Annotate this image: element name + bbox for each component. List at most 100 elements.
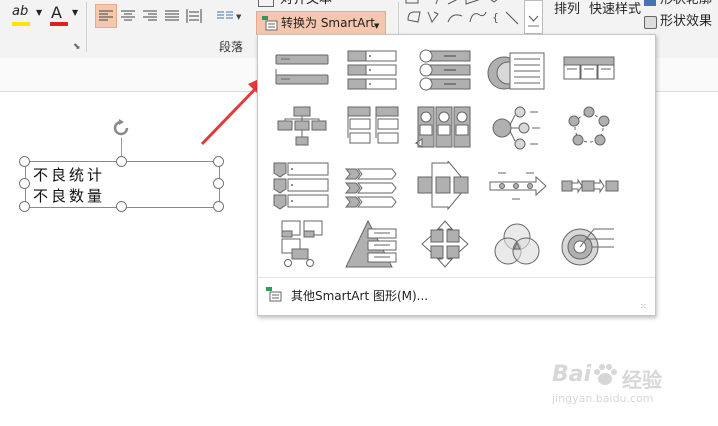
shape-effects-icon xyxy=(644,16,657,29)
resize-handle-top-right[interactable] xyxy=(213,156,224,167)
smartart-pyramid-list[interactable] xyxy=(340,219,406,269)
smartart-table-list[interactable] xyxy=(556,45,622,95)
org-chart-icon xyxy=(277,106,327,146)
highlight-icon: ab xyxy=(12,4,29,19)
font-color-bar xyxy=(50,22,68,26)
resize-handle-bottom[interactable] xyxy=(116,201,127,212)
radial-list-icon xyxy=(492,106,540,150)
distributed-button[interactable] xyxy=(184,5,204,27)
nested-list-icon xyxy=(487,52,545,90)
shape-outline-icon xyxy=(644,0,656,6)
smartart-timeline[interactable] xyxy=(484,161,550,211)
arrange-button[interactable]: 排列 xyxy=(554,2,582,18)
smartart-target[interactable] xyxy=(556,219,622,269)
shape-outline-button[interactable]: 形状轮廓 xyxy=(644,0,718,8)
smartart-step-process[interactable] xyxy=(556,161,622,211)
hierarchy-list-icon xyxy=(347,106,399,144)
shapes-gallery[interactable]: { xyxy=(404,0,522,34)
smartart-chevron-accent-list[interactable] xyxy=(340,161,406,211)
cycle-icon xyxy=(568,106,610,146)
venn-icon xyxy=(494,223,540,265)
smartart-radial-list[interactable] xyxy=(484,103,550,153)
resize-handle-top-left[interactable] xyxy=(19,156,30,167)
quick-styles-button[interactable]: 快速样式 xyxy=(589,2,641,18)
basic-block-list-icon xyxy=(275,54,329,85)
distributed-icon xyxy=(186,9,202,23)
watermark-url: jingyan.baidu.com xyxy=(552,392,654,405)
more-smartart-menu-item[interactable]: 其他SmartArt 图形(M)... ⁙ xyxy=(258,277,655,315)
vertical-chevron-icon xyxy=(273,162,329,210)
svg-text:▼: ▼ xyxy=(236,13,242,21)
process-arrows-icon xyxy=(417,159,469,211)
smartart-org-chart[interactable] xyxy=(268,103,334,153)
shape-effects-button[interactable]: 形状效果 xyxy=(644,14,718,30)
shape-effects-label: 形状效果 xyxy=(660,14,713,29)
resize-handle-bottom-right[interactable] xyxy=(213,201,224,212)
align-right-icon xyxy=(143,10,157,21)
smartart-vertical-bullet-list[interactable] xyxy=(340,45,406,95)
smartart-nested-target-list[interactable] xyxy=(484,45,550,95)
convert-to-smartart-button[interactable]: 转换为 SmartArt ▼ xyxy=(256,11,386,35)
resize-grip-icon[interactable]: ⁙ xyxy=(640,302,647,311)
smartart-picture-accent-list[interactable] xyxy=(412,103,478,153)
smartart-hierarchy-list[interactable] xyxy=(340,103,406,153)
smartart-icon xyxy=(262,16,278,31)
paw-logo-icon xyxy=(594,364,617,385)
smartart-basic-block-list[interactable] xyxy=(268,45,334,95)
smartart-picture-caption-list[interactable] xyxy=(268,219,334,269)
smartart-venn[interactable] xyxy=(484,219,550,269)
chevron-down-icon[interactable]: ▼ xyxy=(36,8,42,17)
smartart-process-arrows[interactable] xyxy=(412,159,478,211)
align-text-button[interactable]: 对齐文本 xyxy=(258,0,358,10)
vertical-bullet-list-icon xyxy=(347,50,397,90)
align-center-button[interactable] xyxy=(118,5,138,27)
resize-handle-left[interactable] xyxy=(19,178,30,189)
align-right-button[interactable] xyxy=(140,5,160,27)
highlight-color-bar xyxy=(12,22,30,26)
matrix-arrows-icon xyxy=(421,220,469,268)
dialog-launcher-icon[interactable]: ⬊ xyxy=(73,42,81,52)
table-list-icon xyxy=(563,56,615,80)
step-process-icon xyxy=(561,178,619,194)
smartart-icon xyxy=(266,287,282,302)
picture-accent-icon xyxy=(414,106,471,148)
shape-outline-label: 形状轮廓 xyxy=(660,0,712,8)
font-color-icon: A xyxy=(51,3,62,22)
smartart-vertical-chevron-list[interactable] xyxy=(268,161,334,211)
smartart-matrix-arrows[interactable] xyxy=(412,219,478,269)
shapes-gallery-scroll[interactable] xyxy=(524,0,543,34)
svg-text:{: { xyxy=(492,11,499,24)
textbox-line-2[interactable]: 不良数量 xyxy=(33,185,105,206)
pyramid-list-icon xyxy=(345,219,397,268)
textbox-line-1[interactable]: 不良统计 xyxy=(33,164,105,185)
smartart-circle-list[interactable] xyxy=(412,45,478,95)
chevron-down-icon[interactable]: ▼ xyxy=(72,8,78,17)
columns-icon: ▼ xyxy=(217,11,242,21)
justify-icon xyxy=(165,10,179,21)
smartart-cycle[interactable] xyxy=(556,103,622,153)
resize-handle-top[interactable] xyxy=(116,156,127,167)
shapes-gallery-icons: { xyxy=(405,0,519,25)
picture-caption-icon xyxy=(281,220,323,267)
columns-button[interactable]: ▼ xyxy=(214,5,244,27)
chevron-down-icon xyxy=(528,15,539,27)
text-highlight-button[interactable]: ab ▼ xyxy=(10,4,46,28)
target-icon xyxy=(561,228,614,266)
justify-button[interactable] xyxy=(162,5,182,27)
align-center-icon xyxy=(121,10,135,21)
arrange-label: 排列 xyxy=(554,2,581,17)
convert-smartart-label: 转换为 SmartArt xyxy=(281,16,375,30)
quick-styles-label: 快速样式 xyxy=(589,2,642,17)
watermark-brand: Bai xyxy=(552,362,592,387)
chevron-down-icon: ▼ xyxy=(374,22,380,30)
smartart-gallery-menu: 其他SmartArt 图形(M)... ⁙ xyxy=(257,34,656,316)
align-left-icon xyxy=(99,10,113,21)
timeline-icon xyxy=(489,172,547,200)
paragraph-group-label: 段落 xyxy=(219,40,244,54)
resize-handle-bottom-left[interactable] xyxy=(19,201,30,212)
chevron-accent-icon xyxy=(344,168,397,208)
circle-list-icon xyxy=(419,49,471,91)
font-color-button[interactable]: A ▼ xyxy=(48,3,84,28)
resize-handle-right[interactable] xyxy=(213,178,224,189)
align-left-button[interactable] xyxy=(95,4,117,28)
